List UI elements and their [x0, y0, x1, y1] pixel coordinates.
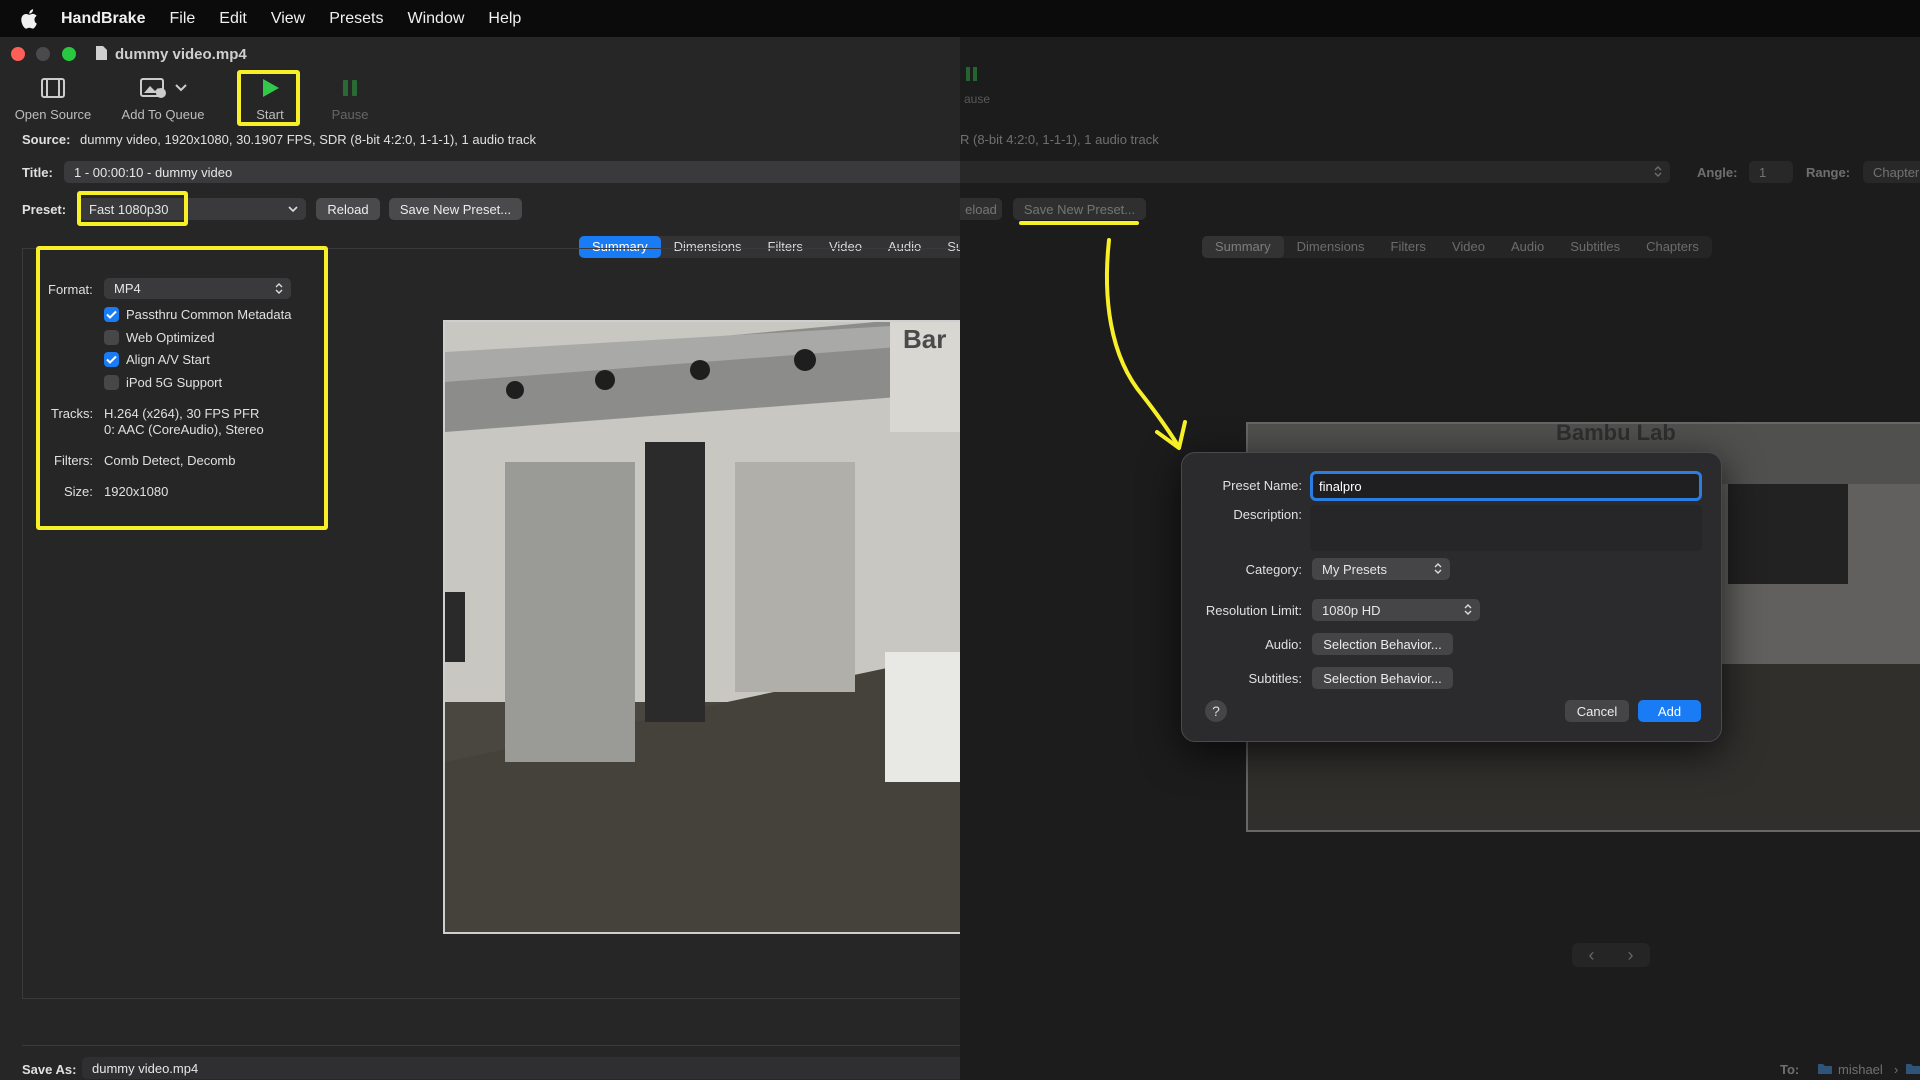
save-as-field[interactable]: dummy video.mp4 [82, 1057, 960, 1079]
underline-save-new-preset [1019, 221, 1139, 225]
subtitles-label: Subtitles: [1248, 671, 1302, 686]
title-label: Title: [22, 165, 53, 180]
preview-nav: ‹ › [1572, 943, 1650, 967]
tab-video-bg[interactable]: Video [1439, 236, 1498, 258]
range-select[interactable]: Chapter [1863, 161, 1920, 183]
title-select[interactable]: 1 - 00:00:10 - dummy video [64, 161, 960, 183]
path-separator: › [1894, 1062, 1899, 1077]
tab-bar-bg: Summary Dimensions Filters Video Audio S… [1202, 236, 1712, 258]
title-select-partial[interactable] [960, 161, 1670, 183]
menu-help[interactable]: Help [488, 10, 521, 28]
apple-icon[interactable] [20, 8, 38, 29]
category-select[interactable]: My Presets [1312, 558, 1450, 580]
highlight-start [237, 70, 300, 126]
reload-button-partial[interactable]: eload [960, 198, 1002, 220]
source-label: Source: [22, 132, 71, 147]
tab-filters-bg[interactable]: Filters [1378, 236, 1439, 258]
to-label: To: [1780, 1062, 1800, 1077]
resolution-limit-label: Resolution Limit: [1205, 603, 1302, 618]
angle-select[interactable]: 1 [1749, 161, 1793, 183]
help-button[interactable]: ? [1205, 700, 1227, 722]
updown-chevron-icon [1434, 563, 1442, 574]
pause-label-partial: ause [964, 92, 991, 106]
add-button[interactable]: Add [1638, 700, 1701, 722]
preset-label: Preset: [22, 202, 67, 217]
preview-logo: Bar [903, 324, 947, 354]
menu-presets[interactable]: Presets [329, 10, 383, 28]
pause-icon [966, 67, 977, 81]
to-path[interactable]: mishael [1838, 1062, 1883, 1077]
chevron-right-icon[interactable]: › [1628, 945, 1634, 966]
open-source-button[interactable]: Open Source [14, 77, 92, 122]
add-queue-icon [140, 78, 187, 98]
menu-view[interactable]: View [271, 10, 305, 28]
subtitles-selection-button[interactable]: Selection Behavior... [1312, 667, 1453, 689]
preview-photo [445, 322, 960, 932]
chevron-down-icon [288, 206, 298, 213]
chevron-left-icon[interactable]: ‹ [1589, 945, 1595, 966]
menu-app-name[interactable]: HandBrake [61, 10, 145, 28]
close-window-button[interactable] [11, 47, 25, 61]
reload-button[interactable]: Reload [316, 198, 380, 220]
title-value: 1 - 00:00:10 - dummy video [74, 164, 233, 180]
film-icon [41, 78, 65, 98]
description-input[interactable] [1310, 505, 1702, 551]
add-to-queue-label: Add To Queue [121, 107, 205, 122]
window-title: dummy video.mp4 [115, 46, 247, 63]
menu-bar: HandBrake File Edit View Presets Window … [0, 0, 1920, 37]
range-value: Chapter [1873, 164, 1920, 180]
tab-subtitles-bg[interactable]: Subtitles [1557, 236, 1633, 258]
arrow-annotation-icon [1104, 238, 1187, 450]
tab-summary-bg[interactable]: Summary [1202, 236, 1284, 258]
category-value: My Presets [1322, 561, 1388, 577]
preview-logo-bg: Bambu Lab [1556, 422, 1676, 445]
open-source-label: Open Source [14, 107, 92, 122]
save-as-label: Save As: [22, 1062, 77, 1077]
description-label: Description: [1233, 507, 1302, 522]
range-label: Range: [1806, 165, 1851, 180]
highlight-preset [77, 191, 188, 226]
cancel-button[interactable]: Cancel [1565, 700, 1629, 722]
category-label: Category: [1245, 562, 1302, 577]
folder-icon [1818, 1064, 1832, 1074]
save-new-preset-button[interactable]: Save New Preset... [389, 198, 522, 220]
pause-label: Pause [331, 107, 369, 122]
source-value: dummy video, 1920x1080, 30.1907 FPS, SDR… [80, 132, 536, 147]
tab-audio-bg[interactable]: Audio [1498, 236, 1557, 258]
add-to-queue-button[interactable]: Add To Queue [118, 77, 208, 122]
tab-dimensions-bg[interactable]: Dimensions [1284, 236, 1378, 258]
minimize-window-button[interactable] [36, 47, 50, 61]
menu-file[interactable]: File [169, 10, 195, 28]
updown-chevron-icon [1464, 604, 1472, 615]
menu-window[interactable]: Window [407, 10, 464, 28]
angle-value: 1 [1759, 164, 1767, 180]
updown-chevron-icon [1654, 166, 1662, 177]
preset-name-input[interactable]: finalpro [1310, 471, 1702, 501]
preset-name-label: Preset Name: [1222, 478, 1302, 493]
folder-icon [1906, 1064, 1920, 1074]
source-partial: R (8-bit 4:2:0, 1-1-1), 1 audio track [960, 132, 1159, 147]
save-new-preset-button-bg[interactable]: Save New Preset... [1013, 198, 1146, 220]
menu-edit[interactable]: Edit [219, 10, 247, 28]
audio-selection-button[interactable]: Selection Behavior... [1312, 633, 1453, 655]
tab-chapters-bg[interactable]: Chapters [1633, 236, 1712, 258]
resolution-limit-select[interactable]: 1080p HD [1312, 599, 1480, 621]
angle-label: Angle: [1697, 165, 1738, 180]
pause-icon [343, 80, 357, 96]
resolution-limit-value: 1080p HD [1322, 602, 1381, 618]
pause-button[interactable]: Pause [320, 77, 380, 122]
document-icon [96, 46, 107, 60]
divider [22, 1045, 960, 1046]
highlight-summary [36, 246, 328, 530]
preview-image: Bar [443, 320, 960, 934]
preset-name-value: finalpro [1319, 478, 1362, 494]
save-as-value: dummy video.mp4 [92, 1060, 199, 1076]
zoom-window-button[interactable] [62, 47, 76, 61]
save-preset-dialog: Preset Name: finalpro Description: Categ… [1181, 452, 1722, 742]
audio-label: Audio: [1265, 637, 1302, 652]
